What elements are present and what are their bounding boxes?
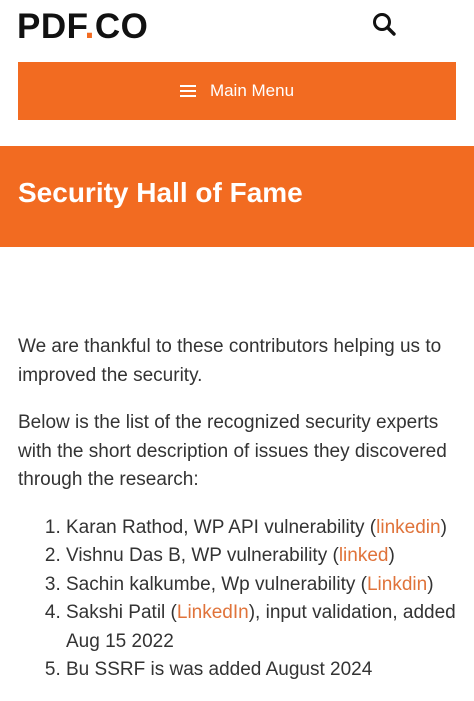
contributor-text: Sakshi Patil ( [66, 602, 177, 623]
pdfco-logo[interactable]: PDF.CO [17, 6, 148, 48]
main-menu-button[interactable]: Main Menu [18, 62, 456, 120]
list-item: Sakshi Patil (LinkedIn), input validatio… [66, 599, 460, 656]
contributor-text: Bu SSRF is was added August 2024 [66, 659, 373, 680]
linkedin-link[interactable]: linkedin [376, 517, 440, 538]
linkedin-link[interactable]: linked [339, 545, 389, 566]
linkedin-link[interactable]: Linkdin [367, 574, 427, 595]
list-intro-paragraph: Below is the list of the recognized secu… [18, 412, 447, 490]
search-button[interactable] [370, 10, 400, 40]
search-icon [373, 13, 396, 36]
contributor-text-after: ) [440, 516, 447, 538]
linkedin-link[interactable]: LinkedIn [177, 602, 249, 623]
list-item: Bu SSRF is was added August 2024 [66, 656, 460, 685]
logo-text-end: CO [94, 7, 149, 46]
page-title: Security Hall of Fame [18, 177, 303, 208]
logo-text-main: PDF [17, 7, 85, 46]
logo-dot: . [84, 7, 95, 46]
contributor-text: Vishnu Das B, WP vulnerability ( [66, 545, 339, 566]
site-header: PDF.CO [0, 0, 474, 58]
contributor-text-after: ) [388, 545, 395, 566]
contributor-text: Sachin kalkumbe, Wp vulnerability ( [66, 573, 367, 595]
main-content: We are thankful to these contributors he… [18, 333, 460, 685]
contributor-text: Karan Rathod, WP API vulnerability ( [66, 516, 377, 538]
list-item: Vishnu Das B, WP vulnerability (linked) [66, 542, 460, 571]
contributors-list: Karan Rathod, WP API vulnerability (link… [18, 514, 460, 685]
list-item: Sachin kalkumbe, Wp vulnerability (Linkd… [66, 571, 460, 600]
hamburger-icon [179, 84, 196, 98]
page-hero: Security Hall of Fame [0, 146, 474, 247]
intro-paragraph: We are thankful to these contributors he… [18, 336, 442, 386]
contributor-text-after: ) [427, 573, 434, 595]
list-item: Karan Rathod, WP API vulnerability (link… [66, 514, 460, 543]
main-menu-label: Main Menu [209, 81, 295, 100]
